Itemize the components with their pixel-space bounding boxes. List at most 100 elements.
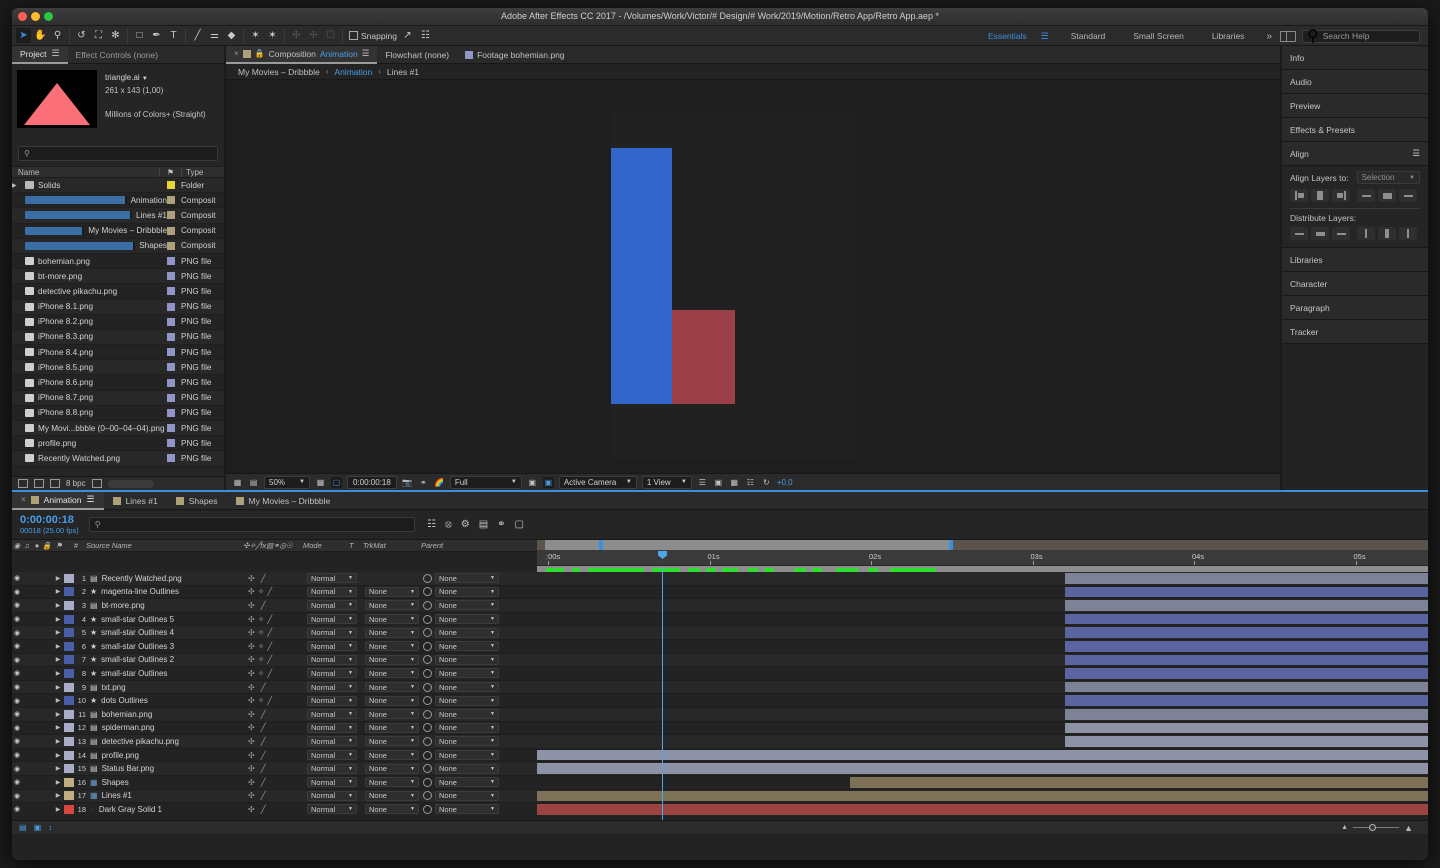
- rotation-tool-icon[interactable]: ↺: [74, 28, 89, 43]
- distribute-top-button[interactable]: [1290, 227, 1308, 240]
- draft-3d-icon[interactable]: ⦻: [445, 519, 452, 530]
- resolution-select[interactable]: Full ▼: [449, 475, 522, 489]
- disclosure-triangle-icon[interactable]: ▶: [52, 588, 64, 595]
- parent-header[interactable]: Parent: [415, 541, 491, 550]
- timeline-layer-row[interactable]: ◉ ▶ 1 ▤ Recently Watched.png ✣ ╱ Normal ▼ None ▼: [12, 572, 1428, 586]
- blend-mode-select[interactable]: Normal ▼: [307, 763, 357, 774]
- layer-track[interactable]: [537, 599, 1428, 612]
- layer-label-color[interactable]: [64, 750, 74, 760]
- align-top-button[interactable]: [1357, 189, 1375, 202]
- parent-select[interactable]: None ▼: [435, 750, 499, 761]
- timeline-layer-row[interactable]: ◉ ▶ 9 ▤ txt.png ✣ ╱ Normal ▼ None ▼ None ▼: [12, 680, 1428, 695]
- mode-header[interactable]: Mode: [299, 541, 349, 550]
- toggle-mask-icon[interactable]: ▣: [527, 477, 538, 488]
- toggle-transparency-grid-icon[interactable]: ▦: [232, 477, 243, 488]
- layer-label-color[interactable]: [64, 709, 74, 719]
- layer-name-cell[interactable]: ▦ Shapes: [90, 778, 245, 787]
- layer-switches[interactable]: ✣ ✧ ╱: [245, 696, 307, 705]
- timeline-panel-menu-icon[interactable]: ☰: [86, 494, 94, 505]
- project-list-item[interactable]: iPhone 8.2.png PNG file: [12, 314, 224, 330]
- video-switch[interactable]: ◉: [12, 697, 22, 705]
- project-item-label-color[interactable]: [167, 302, 175, 311]
- layer-duration-bar[interactable]: [850, 776, 1428, 788]
- layer-label-color[interactable]: [64, 573, 74, 583]
- video-switch[interactable]: ◉: [12, 629, 22, 637]
- layer-name-cell[interactable]: ▤ detective pikachu.png: [90, 737, 245, 746]
- timeline-layer-row[interactable]: ◉ ▶ 10 ★ dots Outlines ✣ ✧ ╱ Normal ▼ None ▼ None ▼: [12, 694, 1428, 708]
- selection-tool-icon[interactable]: ➤: [16, 28, 31, 43]
- layer-name-cell[interactable]: ▤ bt-more.png: [90, 601, 245, 610]
- snapshot-camera-icon[interactable]: 📷: [402, 477, 413, 488]
- project-list-item[interactable]: profile.png PNG file: [12, 436, 224, 452]
- layer-duration-bar[interactable]: [1065, 736, 1428, 747]
- tab-flowchart[interactable]: Flowchart (none): [377, 46, 457, 64]
- layer-name-cell[interactable]: ▤ spiderman.png: [90, 723, 245, 732]
- layer-switches[interactable]: ✣ ✧ ╱: [245, 669, 307, 678]
- close-icon[interactable]: ×: [21, 495, 26, 504]
- layer-name-cell[interactable]: ▤ txt.png: [90, 683, 245, 692]
- layer-label-color[interactable]: [64, 628, 74, 638]
- distribute-bottom-button[interactable]: [1332, 227, 1350, 240]
- pen-tool-icon[interactable]: ✒: [149, 28, 164, 43]
- layer-switches[interactable]: ✣ ╱: [245, 574, 307, 583]
- snapping-checkbox-icon[interactable]: [349, 31, 358, 40]
- layer-name-cell[interactable]: ▤ profile.png: [90, 751, 245, 760]
- breadcrumb-item-2[interactable]: Lines #1: [387, 67, 419, 77]
- layer-switches[interactable]: ✣ ╱: [245, 710, 307, 719]
- blend-mode-select[interactable]: Normal ▼: [307, 777, 357, 788]
- disclosure-triangle-icon[interactable]: ▶: [52, 724, 64, 731]
- view-layout-select[interactable]: 1 View ▼: [641, 475, 692, 489]
- layer-name-cell[interactable]: ★ small-star Outlines 5: [90, 615, 245, 624]
- playhead-handle[interactable]: [658, 551, 667, 559]
- disclosure-triangle-icon[interactable]: ▶: [52, 752, 64, 759]
- align-right-button[interactable]: [1332, 189, 1350, 202]
- video-switch[interactable]: ◉: [12, 588, 22, 596]
- chevron-down-icon[interactable]: ▼: [142, 76, 148, 82]
- trkmat-select[interactable]: None ▼: [365, 627, 419, 638]
- project-list-item[interactable]: bohemian.png PNG file: [12, 253, 224, 270]
- project-item-label-color[interactable]: [167, 226, 175, 235]
- layer-name-cell[interactable]: ★ magenta-line Outlines: [90, 587, 245, 596]
- tab-effect-controls[interactable]: Effect Controls (none): [68, 46, 167, 64]
- timecode-block[interactable]: 0:00:00:18 00018 (25.00 fps): [20, 514, 79, 535]
- layer-label-color[interactable]: [64, 723, 74, 733]
- layer-track[interactable]: [537, 722, 1428, 735]
- layer-name-cell[interactable]: ★ small-star Outlines 2: [90, 655, 245, 664]
- layer-duration-bar[interactable]: [1065, 640, 1428, 652]
- rectangle-tool-icon[interactable]: □: [132, 28, 147, 43]
- timeline-layer-row[interactable]: ◉ ▶ 3 ▤ bt-more.png ✣ ╱ Normal ▼ None ▼ None ▼: [12, 599, 1428, 613]
- project-list-item[interactable]: iPhone 8.8.png PNG file: [12, 405, 224, 421]
- parent-pick-whip-icon[interactable]: [423, 764, 432, 774]
- blend-mode-select[interactable]: Normal ▼: [307, 614, 357, 625]
- show-snapshot-icon[interactable]: ⚭: [418, 477, 429, 488]
- parent-pick-whip-icon[interactable]: [423, 804, 432, 814]
- align-horizontal-center-button[interactable]: [1311, 189, 1329, 202]
- trkmat-select[interactable]: None ▼: [365, 763, 419, 774]
- blend-mode-select[interactable]: Normal ▼: [307, 573, 357, 584]
- blend-mode-select[interactable]: Normal ▼: [307, 627, 357, 638]
- puppet-position-pin-icon[interactable]: ✣: [289, 28, 304, 43]
- project-list-item[interactable]: detective pikachu.png PNG file: [12, 284, 224, 300]
- project-list-item[interactable]: iPhone 8.1.png PNG file: [12, 299, 224, 315]
- layer-label-color[interactable]: [64, 587, 74, 597]
- layer-track[interactable]: [537, 749, 1428, 762]
- trkmat-select[interactable]: None ▼: [365, 614, 419, 625]
- expand-collapse-icon[interactable]: ▣: [34, 823, 42, 832]
- video-switch[interactable]: ◉: [12, 737, 22, 745]
- timeline-layer-row[interactable]: ◉ ▶ 8 ★ small-star Outlines ✣ ✧ ╱ Normal ▼ None ▼ No…: [12, 667, 1428, 681]
- project-item-label-color[interactable]: [167, 454, 175, 463]
- layer-track[interactable]: [537, 586, 1428, 599]
- video-switch[interactable]: ◉: [12, 792, 22, 800]
- project-item-label-color[interactable]: [167, 272, 175, 281]
- project-list-item[interactable]: Animation Composit: [12, 193, 224, 209]
- disclosure-triangle-icon[interactable]: ▶: [52, 779, 64, 786]
- blend-mode-select[interactable]: Normal ▼: [307, 668, 357, 679]
- panel-preview[interactable]: Preview: [1282, 94, 1428, 118]
- project-item-label-color[interactable]: [167, 348, 175, 357]
- blend-mode-select[interactable]: Normal ▼: [307, 790, 357, 801]
- disclosure-triangle-icon[interactable]: ▶: [52, 684, 64, 691]
- red-bar[interactable]: [672, 310, 735, 404]
- timeline-layer-row[interactable]: ◉ ▶ 11 ▤ bohemian.png ✣ ╱ Normal ▼ None ▼ None ▼: [12, 707, 1428, 722]
- zoom-out-icon[interactable]: ▲: [1341, 824, 1348, 831]
- layer-switches[interactable]: ✣ ✧ ╱: [245, 655, 307, 664]
